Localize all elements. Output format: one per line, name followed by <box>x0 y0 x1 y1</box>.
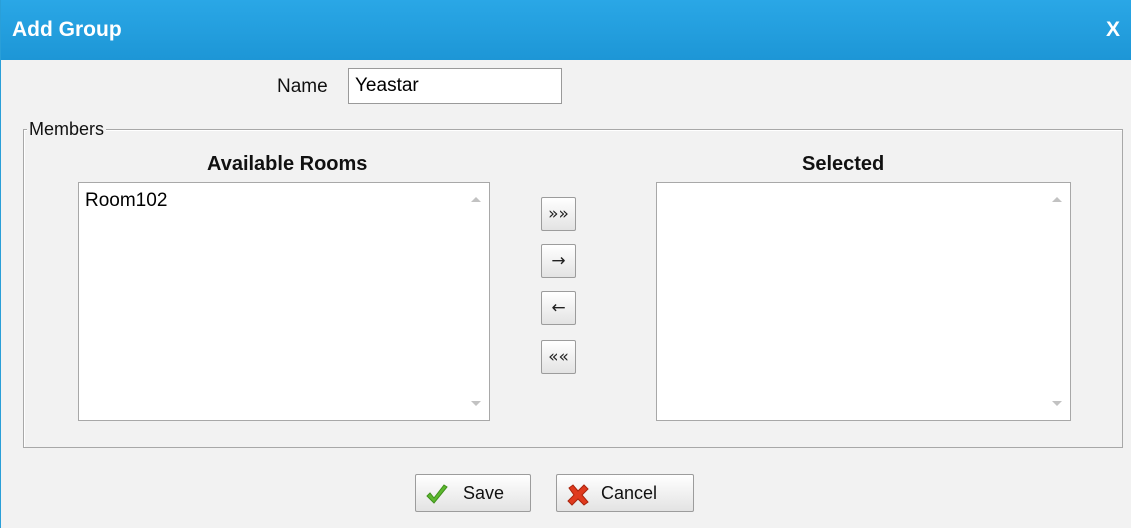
scrollbar[interactable] <box>462 183 489 420</box>
close-button[interactable]: X <box>1106 0 1120 60</box>
remove-selected-button[interactable]: ← <box>541 291 576 325</box>
available-rooms-heading: Available Rooms <box>207 153 368 175</box>
cancel-button[interactable]: Cancel <box>556 474 694 512</box>
x-mark-icon <box>567 484 589 506</box>
dialog-titlebar: Add Group X <box>1 0 1131 60</box>
name-label: Name <box>277 76 328 97</box>
name-input[interactable] <box>348 68 562 104</box>
remove-all-button[interactable]: «« <box>541 340 576 374</box>
add-selected-button[interactable]: → <box>541 244 576 278</box>
save-button[interactable]: Save <box>415 474 531 512</box>
selected-heading: Selected <box>802 153 885 175</box>
add-all-button[interactable]: »» <box>541 197 576 231</box>
members-legend: Members <box>27 119 107 140</box>
checkmark-icon <box>426 484 448 504</box>
scroll-up-icon[interactable] <box>1052 197 1062 202</box>
scroll-down-icon[interactable] <box>471 401 481 406</box>
list-item[interactable]: Room102 <box>85 190 167 212</box>
dialog-title: Add Group <box>12 18 122 41</box>
selected-list[interactable] <box>656 182 1071 421</box>
available-rooms-list[interactable]: Room102 <box>78 182 490 421</box>
scroll-up-icon[interactable] <box>471 197 481 202</box>
add-group-dialog: Add Group X Name Members Available Rooms… <box>0 0 1131 528</box>
cancel-label: Cancel <box>601 483 658 503</box>
save-label: Save <box>463 483 505 503</box>
scroll-down-icon[interactable] <box>1052 401 1062 406</box>
scrollbar[interactable] <box>1043 183 1070 420</box>
